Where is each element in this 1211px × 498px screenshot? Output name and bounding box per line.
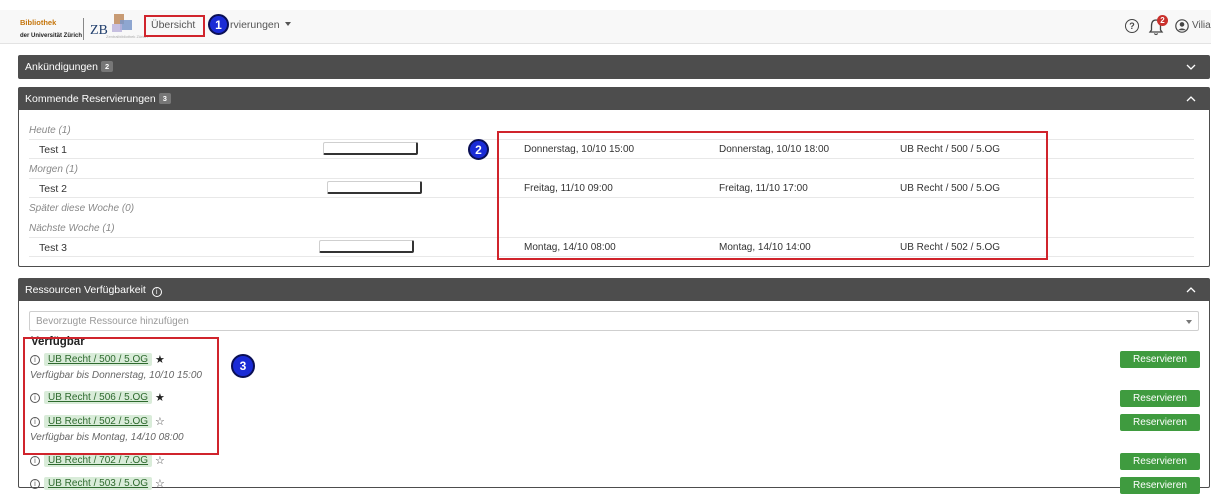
reserve-button[interactable]: Reservieren <box>1120 414 1200 431</box>
logo-uzh-line1: Bibliothek <box>20 18 57 27</box>
reserve-button[interactable]: Reservieren <box>1120 477 1200 494</box>
info-circle-icon[interactable]: i <box>30 456 40 466</box>
step-marker-1: 1 <box>208 14 229 35</box>
announcements-panel: Ankündigungen 2 <box>18 55 1210 79</box>
info-circle-icon[interactable]: i <box>30 479 40 489</box>
step-marker-2: 2 <box>468 139 489 160</box>
nav-reservations-label: rvierungen <box>230 19 280 31</box>
chevron-down-icon[interactable] <box>1185 61 1197 73</box>
reservation-name: Test 1 <box>39 144 68 156</box>
upcoming-count-badge: 3 <box>158 93 171 104</box>
user-circle-icon[interactable] <box>1175 19 1189 33</box>
select-caret-icon <box>1186 320 1192 324</box>
caret-down-icon <box>284 22 291 26</box>
upcoming-reservations-header[interactable]: Kommende Reservierungen 3 <box>19 88 1209 110</box>
step-marker-3: 3 <box>231 354 255 378</box>
chevron-up-icon[interactable] <box>1185 93 1197 105</box>
logo-divider <box>83 18 84 40</box>
resource-link[interactable]: UB Recht / 702 / 7.OG <box>44 454 153 467</box>
reservation-name: Test 2 <box>39 183 68 195</box>
reserve-button[interactable]: Reservieren <box>1120 453 1200 470</box>
preferred-resource-select[interactable]: Bevorzugte Ressource hinzufügen <box>29 311 1199 331</box>
upcoming-title: Kommende Reservierungen <box>25 93 156 105</box>
zb-logo-subtitle: Zentralbibliothek Zürich <box>106 34 148 39</box>
top-navbar: Bibliothek der Universität Zürich ZB Zen… <box>0 10 1211 44</box>
star-outline-icon[interactable]: ☆ <box>155 454 165 467</box>
reserve-button[interactable]: Reservieren <box>1120 351 1200 368</box>
announcements-count-badge: 2 <box>100 61 114 72</box>
question-circle-icon[interactable]: ? <box>1125 19 1139 33</box>
resource-availability-header[interactable]: Ressourcen Verfügbarkeit i <box>19 279 1209 301</box>
group-label-next-week: Nächste Woche (1) <box>29 223 115 234</box>
group-label-later-this-week: Später diese Woche (0) <box>29 203 135 214</box>
reserve-button[interactable]: Reservieren <box>1120 390 1200 407</box>
redacted-field <box>319 240 414 253</box>
preferred-resource-placeholder: Bevorzugte Ressource hinzufügen <box>36 316 189 327</box>
resource-availability-title: Ressourcen Verfügbarkeit <box>25 284 146 296</box>
chevron-up-icon[interactable] <box>1185 284 1197 296</box>
announcements-header[interactable]: Ankündigungen 2 <box>19 56 1209 78</box>
highlight-box-overview <box>144 15 205 37</box>
highlight-box-available-resources <box>23 337 219 455</box>
group-label-today: Heute (1) <box>29 125 71 136</box>
uzh-library-logo[interactable]: Bibliothek der Universität Zürich <box>20 18 82 41</box>
logo-uzh-line2: der Universität Zürich <box>20 33 83 39</box>
star-outline-icon[interactable]: ☆ <box>155 477 165 490</box>
info-circle-icon[interactable]: i <box>151 287 162 297</box>
redacted-field <box>327 181 422 194</box>
user-name-label: Viliana <box>1192 20 1211 31</box>
notification-count-badge: 2 <box>1157 15 1168 26</box>
user-menu-dropdown[interactable]: Viliana <box>1192 20 1211 31</box>
highlight-box-reservation-details <box>497 131 1048 260</box>
resource-link[interactable]: UB Recht / 503 / 5.OG <box>44 477 153 490</box>
group-label-tomorrow: Morgen (1) <box>29 164 78 175</box>
reservation-name: Test 3 <box>39 242 68 254</box>
redacted-field <box>323 142 418 155</box>
announcements-title: Ankündigungen <box>25 61 98 73</box>
nav-reservations-dropdown[interactable]: rvierungen <box>230 19 291 31</box>
